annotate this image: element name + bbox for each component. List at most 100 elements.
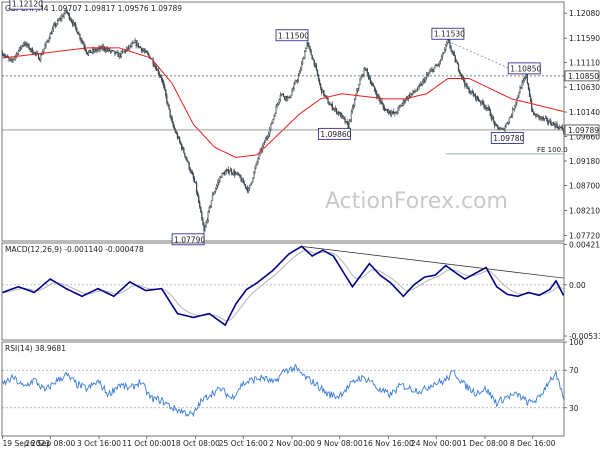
- candle-body: [472, 92, 474, 96]
- candle-body: [92, 49, 94, 53]
- candle-body: [377, 95, 379, 98]
- candle-body: [294, 81, 296, 85]
- candle-body: [422, 79, 425, 82]
- candle-body: [355, 95, 357, 100]
- price-axis-tick-label: 1.10140: [569, 108, 600, 117]
- candle-body: [445, 44, 447, 50]
- candle-body: [167, 102, 169, 105]
- price-tag-label: 1.10850: [568, 72, 599, 81]
- candle-body: [561, 126, 564, 130]
- candle-body: [129, 45, 131, 49]
- candle-body: [241, 178, 243, 182]
- candle-body: [539, 116, 541, 119]
- candle-body: [400, 105, 402, 107]
- candle-body: [554, 123, 556, 128]
- candle-body: [500, 128, 502, 130]
- candle-body: [511, 108, 514, 116]
- candle-body: [544, 117, 547, 119]
- candle-body: [197, 191, 199, 197]
- candle-body: [487, 106, 489, 109]
- candle-body: [19, 47, 22, 49]
- candle-body: [199, 202, 201, 208]
- rsi-axis-tick-label: 70: [569, 366, 579, 375]
- time-tick-label: 25 Oct 16:00: [219, 439, 268, 448]
- candle-body: [247, 188, 250, 192]
- candle-body: [208, 207, 210, 212]
- candle-body: [48, 38, 50, 41]
- candle-body: [457, 63, 460, 71]
- candle-body: [304, 51, 306, 59]
- candle-body: [95, 49, 97, 52]
- candle-body: [341, 115, 343, 118]
- candle-body: [106, 48, 109, 51]
- candle-body: [507, 121, 509, 124]
- candle-body: [77, 31, 79, 35]
- candle-body: [222, 172, 224, 174]
- candle-body: [359, 79, 361, 86]
- candle-body: [329, 104, 331, 106]
- candle-body: [380, 101, 382, 103]
- candle-body: [427, 74, 429, 76]
- candle-body: [90, 51, 93, 53]
- candle-body: [531, 101, 533, 110]
- candle-body: [127, 46, 129, 50]
- candle-body: [204, 226, 206, 232]
- candle-body: [343, 116, 345, 119]
- candle-body: [160, 77, 163, 80]
- candle-body: [203, 224, 205, 232]
- candle-body: [213, 191, 216, 195]
- candle-body: [527, 82, 530, 90]
- candle-body: [312, 59, 314, 61]
- rsi-axis-tick-label: 30: [569, 404, 579, 413]
- candle-body: [192, 174, 195, 179]
- candle-body: [270, 123, 272, 130]
- candle-body: [281, 93, 284, 95]
- candle-body: [215, 188, 217, 192]
- level-label: 1.11530: [434, 30, 465, 39]
- macd-panel: MACD(12,26,9) -0.001140 -0.000478 0.00421…: [1, 240, 600, 341]
- candle-body: [60, 18, 62, 20]
- candle-body: [420, 83, 423, 86]
- candle-body: [2, 55, 5, 57]
- candle-body: [451, 50, 453, 52]
- candle-body: [135, 40, 137, 46]
- candle-body: [335, 108, 338, 114]
- candle-body: [388, 110, 391, 114]
- candle-body: [292, 88, 294, 92]
- candle-body: [109, 48, 111, 52]
- macd-title: MACD(12,26,9) -0.001140 -0.000478: [5, 245, 144, 254]
- rsi-panel: RSI(14) 38.9681 100 70 30: [1, 338, 584, 437]
- candle-body: [49, 33, 51, 40]
- candle-body: [332, 108, 334, 110]
- candle-body: [22, 45, 24, 47]
- candle-body: [315, 65, 318, 70]
- candle-body: [375, 90, 377, 94]
- candle-body: [8, 57, 10, 60]
- candle-body: [413, 90, 415, 93]
- candle-body: [201, 212, 203, 220]
- candle-body: [550, 120, 552, 125]
- candle-body: [190, 171, 192, 173]
- candle-body: [475, 96, 478, 100]
- candle-body: [303, 57, 305, 60]
- candle-body: [552, 122, 554, 126]
- candle-body: [350, 111, 353, 120]
- candle-body: [357, 88, 359, 91]
- candle-body: [139, 46, 142, 49]
- candle-body: [40, 54, 42, 61]
- candle-body: [395, 112, 397, 114]
- candle-body: [34, 52, 37, 54]
- candle-body: [498, 127, 500, 130]
- candle-body: [433, 67, 435, 72]
- candle-body: [229, 169, 232, 172]
- candle-body: [64, 10, 66, 15]
- candle-body: [70, 19, 73, 23]
- candle-body: [438, 61, 441, 65]
- candle-body: [202, 218, 204, 226]
- candle-body: [489, 109, 491, 117]
- candle-body: [153, 64, 155, 67]
- candle-body: [43, 48, 45, 52]
- candle-body: [366, 68, 368, 73]
- candle-body: [245, 187, 248, 189]
- candle-body: [173, 126, 175, 130]
